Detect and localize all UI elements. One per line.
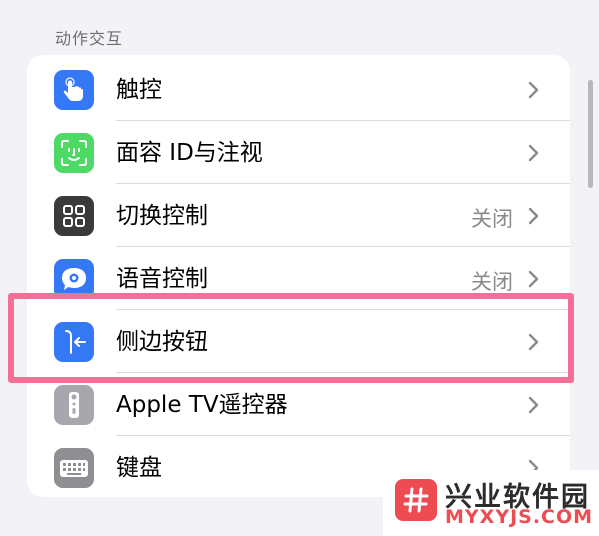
- row-switch-control[interactable]: 切换控制 关闭: [27, 184, 570, 247]
- tv-remote-icon: [54, 385, 94, 425]
- row-label: 语音控制: [116, 266, 208, 292]
- row-label: 切换控制: [116, 203, 208, 229]
- watermark: 兴业软件园 MYXYJS.COM: [383, 470, 599, 536]
- chevron-right-icon: [528, 81, 539, 99]
- row-touch[interactable]: 触控: [27, 58, 570, 121]
- keyboard-icon: [54, 448, 94, 488]
- watermark-url: MYXYJS.COM: [445, 506, 594, 528]
- row-label: 面容 ID与注视: [116, 140, 263, 166]
- face-id-icon: [54, 133, 94, 173]
- row-voice-control[interactable]: 语音控制 关闭: [27, 247, 570, 310]
- row-side-button[interactable]: 侧边按钮: [27, 310, 570, 373]
- chevron-right-icon: [528, 333, 539, 351]
- switch-control-grid-icon: [54, 196, 94, 236]
- row-label: 触控: [116, 77, 162, 103]
- row-apple-tv-remote[interactable]: Apple TV遥控器: [27, 373, 570, 436]
- side-button-icon: [54, 322, 94, 362]
- chevron-right-icon: [528, 396, 539, 414]
- row-label: 键盘: [116, 455, 162, 481]
- row-value: 关闭: [471, 207, 513, 231]
- section-header: 动作交互: [55, 29, 124, 48]
- voice-control-icon: [54, 259, 94, 299]
- hash-icon: [395, 479, 437, 521]
- hand-point-icon: [54, 70, 94, 110]
- settings-card: 触控 面容 ID与注视 切换控制 关闭 语音控制 关闭 侧边按钮 Apple T…: [27, 55, 570, 497]
- row-label: 侧边按钮: [116, 329, 208, 355]
- chevron-right-icon: [528, 270, 539, 288]
- chevron-right-icon: [528, 144, 539, 162]
- chevron-right-icon: [528, 207, 539, 225]
- row-face-id[interactable]: 面容 ID与注视: [27, 121, 570, 184]
- row-label: Apple TV遥控器: [116, 392, 288, 418]
- row-value: 关闭: [471, 270, 513, 294]
- scrollbar[interactable]: [588, 80, 593, 188]
